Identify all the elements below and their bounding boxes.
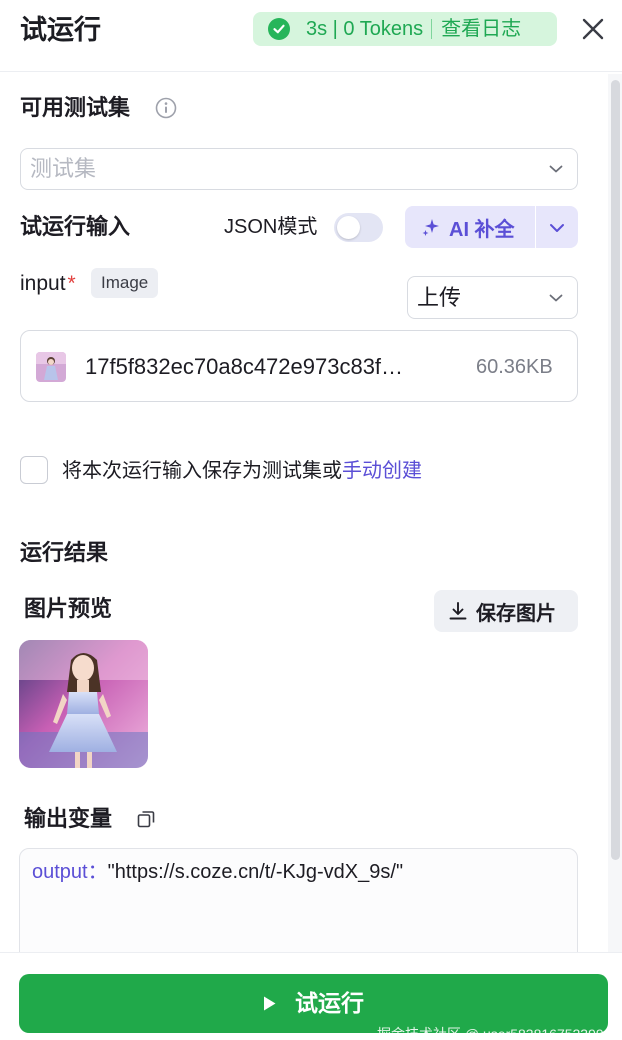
input-field-label: input* xyxy=(20,270,76,298)
required-mark: * xyxy=(67,272,76,295)
output-viewer: output："https://s.coze.cn/t/-KJg-vdX_9s/… xyxy=(19,848,578,968)
ai-complete-button[interactable]: AI 补全 xyxy=(405,206,535,248)
save-as-test-set-checkbox[interactable] xyxy=(20,456,48,484)
view-log-link[interactable]: 查看日志 xyxy=(441,12,521,46)
input-source-value: 上传 xyxy=(417,284,462,310)
run-input-label: 试运行输入 xyxy=(20,214,131,239)
test-run-button[interactable]: 试运行 掘金技术社区 @ user5838167523996 xyxy=(19,974,611,1040)
run-result-label: 运行结果 xyxy=(20,540,109,565)
json-mode-label: JSON模式 xyxy=(224,216,318,238)
panel-header: 试运行 3s | 0 Tokens 查看日志 xyxy=(0,0,622,72)
save-image-button[interactable]: 保存图片 xyxy=(434,590,578,632)
test-run-panel: 试运行 3s | 0 Tokens 查看日志 可用测试集 测试集 试运行输入 J… xyxy=(0,0,622,1040)
test-set-label: 可用测试集 xyxy=(20,95,131,120)
page-title: 试运行 xyxy=(20,15,101,45)
output-line: output："https://s.coze.cn/t/-KJg-vdX_9s/… xyxy=(32,858,403,886)
json-mode-toggle[interactable] xyxy=(334,213,383,242)
file-name: 17f5f832ec70a8c472e973c83f… xyxy=(85,354,404,379)
play-icon xyxy=(264,996,276,1011)
download-icon xyxy=(449,602,467,620)
close-icon[interactable] xyxy=(580,16,606,42)
run-status-text: 3s | 0 Tokens xyxy=(306,18,424,40)
watermark: 掘金技术社区 @ user5838167523996 xyxy=(377,1026,612,1040)
sparkle-icon xyxy=(422,219,439,236)
copy-icon[interactable] xyxy=(137,810,155,828)
ai-complete-label: AI 补全 xyxy=(449,218,515,241)
preview-image[interactable] xyxy=(19,640,148,768)
chevron-down-icon xyxy=(550,224,564,232)
status-divider xyxy=(431,19,433,39)
chevron-down-icon xyxy=(549,165,563,173)
output-variables-label: 输出变量 xyxy=(24,806,113,831)
chevron-down-icon xyxy=(549,294,563,301)
test-set-select[interactable]: 测试集 xyxy=(20,148,578,190)
file-thumbnail xyxy=(36,352,66,382)
toggle-knob xyxy=(337,216,360,239)
input-field-name: input xyxy=(20,272,66,295)
check-circle-icon xyxy=(268,18,290,40)
test-run-label: 试运行 xyxy=(295,990,364,1016)
image-preview-label: 图片预览 xyxy=(24,596,113,621)
input-type-tag: Image xyxy=(91,268,159,298)
test-set-placeholder: 测试集 xyxy=(30,156,97,181)
save-as-test-set-text: 将本次运行输入保存为测试集或手动创建 xyxy=(62,456,422,486)
output-key: output xyxy=(32,861,88,883)
scrollbar[interactable] xyxy=(611,80,620,860)
manual-create-link[interactable]: 手动创建 xyxy=(342,460,422,482)
save-option-text: 将本次运行输入保存为测试集或 xyxy=(62,460,342,482)
output-separator: ： xyxy=(87,861,108,883)
panel-footer: 试运行 掘金技术社区 @ user5838167523996 xyxy=(0,952,622,1040)
output-value: "https://s.coze.cn/t/-KJg-vdX_9s/" xyxy=(107,861,404,883)
file-size: 60.36KB xyxy=(476,356,553,378)
save-image-label: 保存图片 xyxy=(476,602,556,625)
info-icon[interactable] xyxy=(155,97,177,119)
input-source-select[interactable]: 上传 xyxy=(407,276,578,319)
ai-complete-dropdown[interactable] xyxy=(536,206,578,248)
uploaded-file[interactable]: 17f5f832ec70a8c472e973c83f… 60.36KB xyxy=(20,330,578,402)
run-status-badge: 3s | 0 Tokens 查看日志 xyxy=(253,12,557,46)
